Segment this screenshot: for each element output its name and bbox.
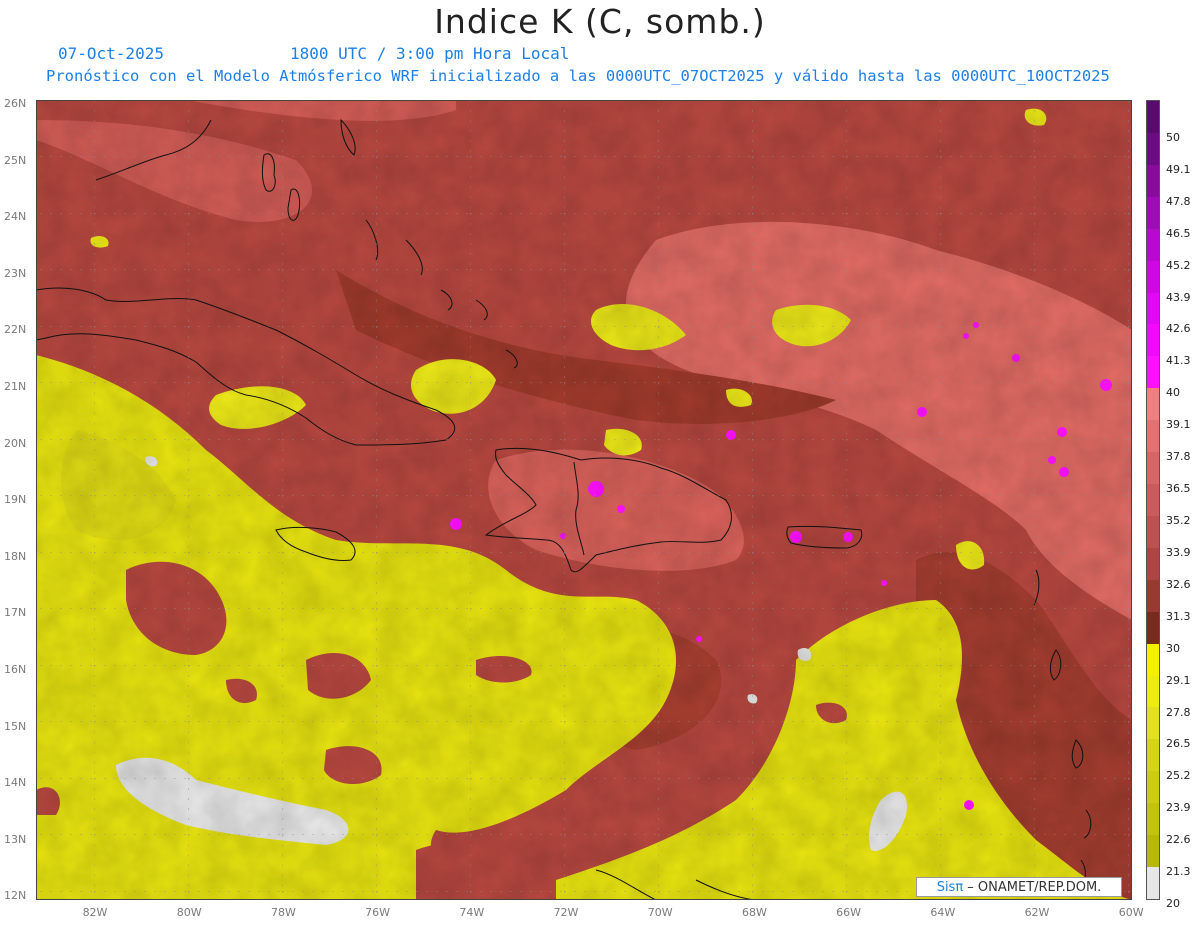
- lat-label: 24N: [4, 210, 27, 224]
- map-title: Indice K (C, somb.): [434, 2, 766, 41]
- colorbar-label: 25.2: [1166, 769, 1191, 783]
- colorbar-segment: [1147, 324, 1159, 357]
- colorbar-label: 27.8: [1166, 705, 1191, 719]
- colorbar-label: 42.6: [1166, 322, 1191, 336]
- colorbar-label: 43.9: [1166, 290, 1191, 304]
- colorbar-segment: [1147, 547, 1159, 581]
- colorbar-label: 49.1: [1166, 162, 1191, 176]
- colorbar-label: 22.6: [1166, 833, 1191, 847]
- colorbar-segment: [1147, 739, 1159, 772]
- colorbar-segment: [1147, 292, 1159, 325]
- colorbar-segment: [1147, 835, 1159, 868]
- colorbar-segment: [1147, 643, 1159, 677]
- lon-label: 80W: [176, 906, 202, 919]
- colorbar-label: 21.3: [1166, 865, 1191, 879]
- lat-label: 12N: [4, 889, 27, 903]
- colorbar-segment: [1147, 611, 1159, 645]
- lat-lon-grid: [36, 100, 1132, 900]
- colorbar-segment: [1147, 196, 1159, 230]
- colorbar-label: 47.8: [1166, 194, 1191, 208]
- lat-label: 14N: [4, 776, 27, 790]
- colorbar-segment: [1147, 260, 1159, 293]
- lat-label: 25N: [4, 153, 27, 167]
- colorbar-label: 35.2: [1166, 514, 1191, 527]
- lon-label: 74W: [459, 906, 485, 919]
- colorbar-label: 37.8: [1166, 450, 1191, 464]
- forecast-time: 1800 UTC / 3:00 pm Hora Local: [290, 44, 570, 63]
- colorbar-label: 41.3: [1166, 354, 1191, 368]
- lon-label: 68W: [741, 906, 767, 919]
- lat-label: 17N: [4, 606, 27, 620]
- lon-label: 60W: [1118, 906, 1144, 919]
- colorbar-segment: [1147, 132, 1159, 166]
- lon-label: 72W: [553, 906, 579, 919]
- colorbar-segment: [1147, 867, 1159, 900]
- lat-label: 19N: [4, 493, 27, 507]
- sispi-logo: Sisπ: [936, 880, 964, 895]
- lon-label: 70W: [647, 906, 673, 919]
- colorbar-segment: [1147, 579, 1159, 613]
- k-index-map: [36, 100, 1132, 900]
- colorbar-segment: [1147, 515, 1159, 549]
- colorbar-label: 26.5: [1166, 737, 1191, 751]
- colorbar-segment: [1147, 388, 1159, 421]
- colorbar-label: 29.1: [1166, 673, 1191, 687]
- colorbar-segment: [1147, 164, 1159, 198]
- colorbar-segment: [1147, 420, 1159, 453]
- colorbar-label: 40: [1166, 386, 1180, 400]
- colorbar-label: 33.9: [1166, 545, 1191, 559]
- lon-label: 82W: [82, 906, 108, 919]
- colorbar-segment: [1147, 675, 1159, 708]
- lat-label: 16N: [4, 663, 27, 676]
- lat-label: 22N: [4, 323, 27, 337]
- lat-label: 13N: [4, 832, 27, 846]
- colorbar-label: 32.6: [1166, 577, 1191, 591]
- model-description: Pronóstico con el Modelo Atmósferico WRF…: [46, 67, 1110, 85]
- colorbar-segment: [1147, 803, 1159, 836]
- colorbar-label: 36.5: [1166, 482, 1191, 496]
- lat-label: 20N: [4, 436, 27, 450]
- colorbar-label: 39.1: [1166, 418, 1191, 432]
- colorbar-segment: [1147, 452, 1159, 485]
- colorbar-label: 20: [1166, 897, 1180, 911]
- lat-label: 18N: [4, 549, 27, 563]
- colorbar-label: 30: [1166, 641, 1180, 655]
- colorbar-label: 31.3: [1166, 609, 1191, 623]
- colorbar-segment: [1147, 484, 1159, 517]
- colorbar-label: 50: [1166, 130, 1180, 144]
- colorbar-label: 46.5: [1166, 226, 1191, 240]
- lon-label: 64W: [930, 906, 956, 919]
- lon-label: 76W: [365, 906, 391, 919]
- colorbar-segment: [1147, 228, 1159, 262]
- lon-label: 78W: [270, 906, 296, 919]
- lat-label: 21N: [4, 380, 27, 393]
- colorbar-label: 45.2: [1166, 258, 1191, 272]
- lon-label: 66W: [836, 906, 862, 919]
- lat-label: 26N: [4, 97, 27, 110]
- colorbar-label: 23.9: [1166, 801, 1191, 815]
- colorbar-segment: [1147, 101, 1159, 134]
- lat-label: 15N: [4, 719, 27, 733]
- colorbar-segment: [1147, 771, 1159, 804]
- colorbar-segment: [1147, 356, 1159, 389]
- colorbar-segment: [1147, 707, 1159, 740]
- forecast-date: 07-Oct-2025: [58, 44, 164, 63]
- lat-label: 23N: [4, 266, 27, 280]
- colorbar: [1146, 100, 1160, 900]
- map-canvas: [36, 100, 1132, 900]
- credit-box: Sisπ – ONAMET/REP.DOM.: [916, 877, 1122, 897]
- lon-label: 62W: [1024, 906, 1050, 919]
- credit-text: – ONAMET/REP.DOM.: [963, 880, 1102, 895]
